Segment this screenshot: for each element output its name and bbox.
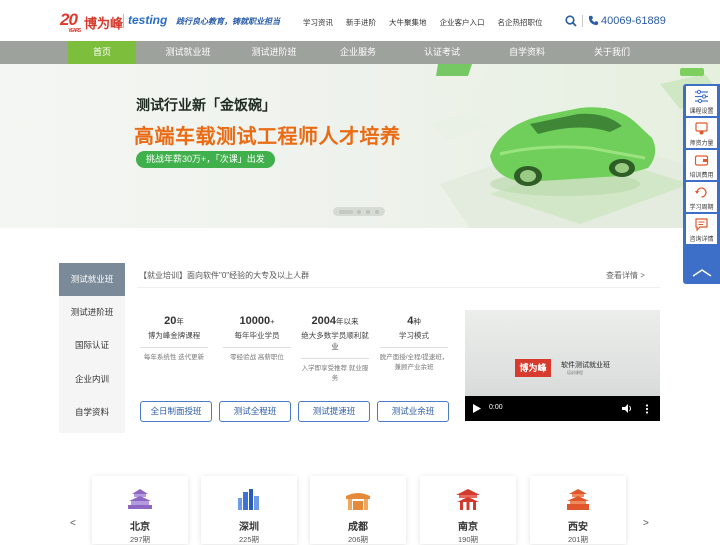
next-arrow[interactable]: > [643, 518, 649, 529]
phone-icon [588, 15, 599, 26]
wallet-icon [694, 155, 709, 166]
tab-international[interactable]: 国际认证 [59, 329, 125, 362]
top-link[interactable]: 企业客户入口 [440, 17, 485, 28]
top-bar: 20 YEARS 博为峰 testing 践行良心教育，铸就职业担当 学习资讯 新… [0, 0, 720, 41]
slogan: 践行良心教育，铸就职业担当 [176, 17, 280, 26]
hero-banner[interactable]: 测试行业新「金饭碗」 高端车载测试工程师人才培养 挑战年薪30万+，「次课」出发 [0, 64, 720, 228]
carousel-dot[interactable] [366, 210, 370, 214]
city-card-shenzhen[interactable]: 深圳 225期 [201, 476, 297, 544]
parttime-class-button[interactable]: 测试业余班 [377, 401, 449, 422]
top-link[interactable]: 学习资讯 [303, 17, 333, 28]
brand-name[interactable]: 博为峰 [84, 13, 123, 32]
nav-item-certification[interactable]: 认证考试 [406, 41, 478, 64]
nav-item-home[interactable]: 首页 [68, 41, 136, 64]
stat-block: 20年 博为峰金牌课程 每年系统性 迭代更新 [138, 315, 210, 363]
view-details-link[interactable]: 查看详情 > [606, 270, 645, 281]
course-tabs: 测试就业班 测试进阶班 国际认证 企业内训 自学资料 [59, 263, 125, 433]
gate-icon [346, 493, 370, 510]
nav-item-enterprise[interactable]: 企业服务 [322, 41, 394, 64]
video-controls: 0:00 [465, 396, 660, 421]
banner-title: 高端车载测试工程师人才培养 [134, 126, 401, 148]
video-subtitle: 培训课程 [567, 370, 583, 375]
stat-block: 2004年以来 绝大多数学员顺利就业 入学即享受推荐 就业服务 [301, 315, 369, 382]
side-item-curriculum[interactable]: 课程设置 [686, 86, 717, 116]
top-link[interactable]: 名企热招职位 [498, 17, 543, 28]
carousel-dots [333, 207, 385, 216]
campus-cities: < > 北京 297期 深圳 225期 成都 206期 南京 190期 西安 2… [0, 470, 720, 544]
car-illustration [430, 64, 720, 228]
logo-divider [123, 14, 124, 28]
brand-testing-logo[interactable]: testing [128, 13, 167, 27]
video-time: 0:00 [489, 404, 503, 411]
full-course-button[interactable]: 测试全程班 [219, 401, 291, 422]
hotline-number[interactable]: 40069-61889 [601, 15, 666, 27]
nav-item-about[interactable]: 关于我们 [576, 41, 648, 64]
side-item-cycle[interactable]: 学习周期 [686, 182, 717, 212]
tab-advanced[interactable]: 测试进阶班 [59, 296, 125, 329]
divider [582, 15, 583, 27]
carousel-dot[interactable] [357, 210, 361, 214]
more-options-icon[interactable] [645, 404, 649, 414]
temple-icon [128, 489, 152, 509]
side-item-consult[interactable]: 咨询详情 [686, 214, 717, 244]
tower-icon [567, 489, 589, 510]
top-link[interactable]: 大牛聚集地 [389, 17, 427, 28]
chevron-up-icon[interactable] [691, 268, 713, 278]
fulltime-class-button[interactable]: 全日制面授班 [140, 401, 212, 422]
side-float-bar: 课程设置 师资力量 培训费用 学习周期 咨询详情 [683, 84, 720, 284]
tab-corporate[interactable]: 企业内训 [59, 363, 125, 396]
nav-item-self-study[interactable]: 自学资料 [491, 41, 563, 64]
tab-employment[interactable]: 测试就业班 [59, 263, 125, 296]
teacher-icon [695, 122, 708, 135]
stat-block: 10000+ 每年毕业学员 零经验战 高薪职位 [221, 315, 293, 363]
intro-video[interactable]: 博为峰 软件测试就业班 培训课程 0:00 [465, 310, 660, 421]
video-logo: 博为峰 [515, 359, 551, 377]
carousel-dot[interactable] [375, 210, 379, 214]
side-item-fees[interactable]: 培训费用 [686, 150, 717, 180]
divider [137, 287, 660, 288]
video-title: 软件测试就业班 [561, 362, 610, 369]
city-card-beijing[interactable]: 北京 297期 [92, 476, 188, 544]
sliders-icon [695, 89, 708, 104]
search-icon[interactable] [565, 15, 577, 27]
logo-20-years[interactable]: 20 YEARS [60, 10, 81, 34]
volume-icon[interactable] [622, 404, 632, 413]
speed-class-button[interactable]: 测试提速班 [298, 401, 370, 422]
top-link[interactable]: 新手进阶 [346, 17, 376, 28]
nav-item-advanced[interactable]: 测试进阶班 [238, 41, 310, 64]
course-title: 【就业培训】面向软件"0"经验的大专及以上人群 [139, 271, 310, 280]
pavilion-icon [456, 489, 480, 510]
carousel-dot[interactable] [339, 210, 353, 214]
banner-headline: 测试行业新「金饭碗」 [136, 97, 276, 113]
chat-icon [695, 218, 708, 232]
prev-arrow[interactable]: < [70, 518, 76, 529]
banner-cta[interactable]: 挑战年薪30万+，「次课」出发 [136, 151, 275, 168]
stat-block: 4种 学习模式 脱产面授/全程/提速班，兼顾产业余班 [379, 315, 449, 371]
tab-self-study[interactable]: 自学资料 [59, 396, 125, 429]
city-card-chengdu[interactable]: 成都 206期 [310, 476, 406, 544]
nav-item-employment[interactable]: 测试就业班 [152, 41, 224, 64]
top-links: 学习资讯 新手进阶 大牛聚集地 企业客户入口 名企热招职位 [303, 17, 556, 28]
city-card-xian[interactable]: 西安 201期 [530, 476, 626, 544]
side-item-teachers[interactable]: 师资力量 [686, 118, 717, 148]
main-nav: 首页 测试就业班 测试进阶班 企业服务 认证考试 自学资料 关于我们 [0, 41, 720, 64]
cycle-icon [695, 187, 707, 198]
course-section: 测试就业班 测试进阶班 国际认证 企业内训 自学资料 【就业培训】面向软件"0"… [59, 263, 660, 433]
city-card-nanjing[interactable]: 南京 190期 [420, 476, 516, 544]
skyline-icon [238, 489, 259, 510]
play-icon[interactable] [473, 404, 481, 413]
